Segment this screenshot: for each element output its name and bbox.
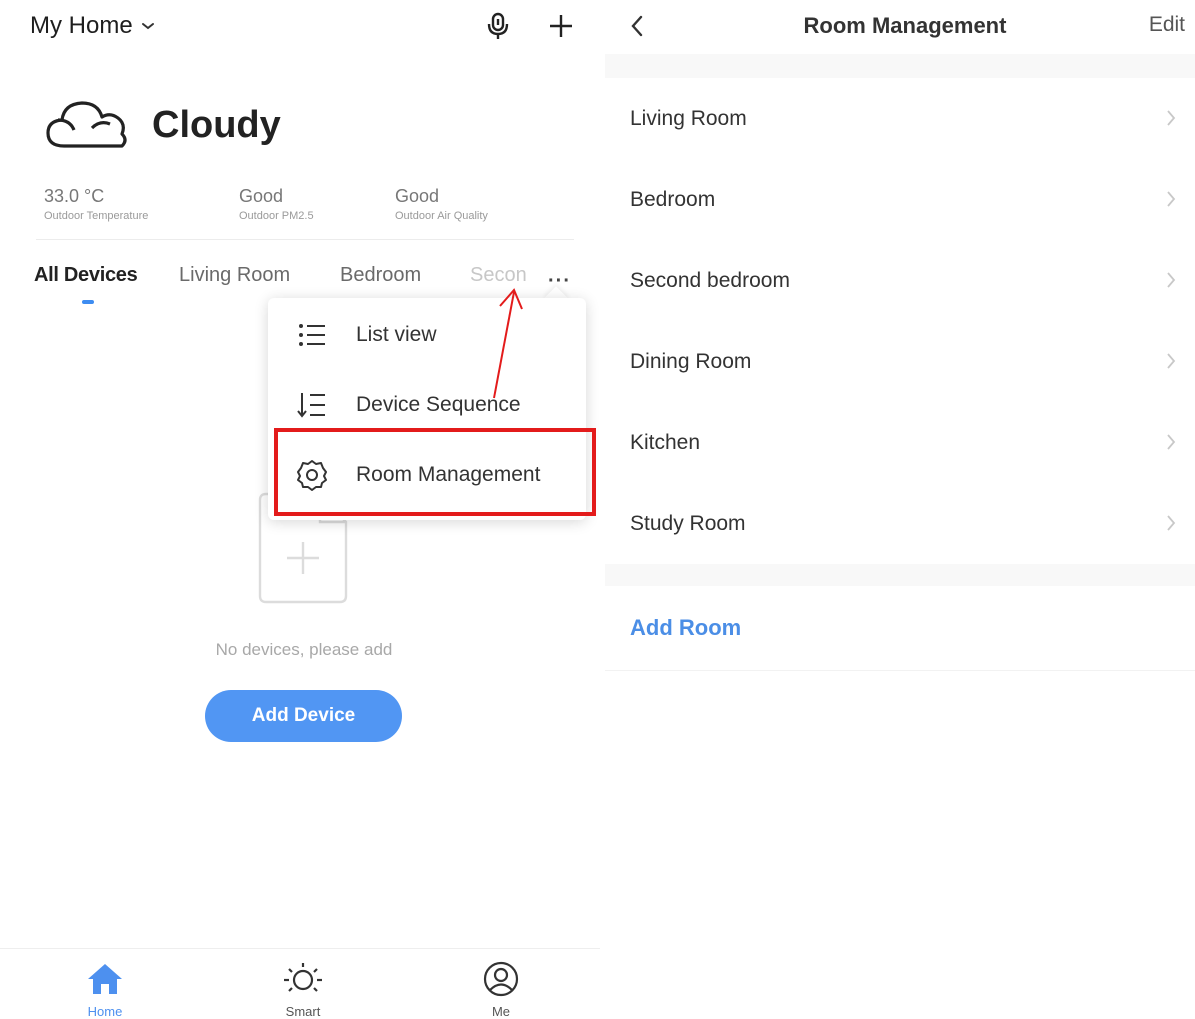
room-row-study-room[interactable]: Study Room <box>605 483 1195 564</box>
stat-pm25: Good Outdoor PM2.5 <box>239 186 314 222</box>
room-row-bedroom[interactable]: Bedroom <box>605 159 1195 240</box>
chevron-right-icon <box>1167 515 1176 531</box>
stat-label: Outdoor Air Quality <box>395 210 488 222</box>
stat-value: 33.0 °C <box>44 186 105 206</box>
stat-value: Good <box>395 186 440 206</box>
room-label: Study Room <box>630 511 746 535</box>
divider <box>0 948 600 949</box>
stat-air-quality: Good Outdoor Air Quality <box>395 186 488 222</box>
chevron-right-icon <box>1167 353 1176 369</box>
menu-item-label: List view <box>356 323 437 346</box>
empty-state-text: No devices, please add <box>215 640 393 659</box>
nav-me[interactable]: Me <box>461 960 541 1019</box>
room-label: Bedroom <box>630 187 716 211</box>
room-management-screen: Room Management Edit Living Room Bedroom… <box>605 0 1195 1019</box>
tab-bedroom[interactable]: Bedroom <box>340 264 421 287</box>
highlight-box <box>274 428 596 516</box>
stat-label: Outdoor PM2.5 <box>239 210 314 222</box>
add-room-button[interactable]: Add Room <box>605 586 1195 670</box>
chevron-down-icon <box>141 23 154 30</box>
weather-title: Cloudy <box>152 103 281 146</box>
tab-living-room[interactable]: Living Room <box>179 264 290 287</box>
room-row-dining-room[interactable]: Dining Room <box>605 321 1195 402</box>
room-label: Living Room <box>630 106 747 130</box>
chevron-right-icon <box>1167 272 1176 288</box>
home-screen: My Home Cloudy 33.0 °C Outdoor Temperatu… <box>0 0 600 1019</box>
room-label: Dining Room <box>630 349 752 373</box>
stat-label: Outdoor Temperature <box>44 210 149 222</box>
chevron-right-icon <box>1167 110 1176 126</box>
room-label: Kitchen <box>630 430 701 454</box>
nav-home[interactable]: Home <box>65 960 145 1019</box>
chevron-right-icon <box>1167 434 1176 450</box>
nav-label: Smart <box>285 1004 321 1019</box>
microphone-icon[interactable] <box>482 10 514 42</box>
menu-item-label: Device Sequence <box>356 393 521 416</box>
active-tab-indicator <box>82 300 94 304</box>
divider <box>605 670 1195 671</box>
edit-button[interactable]: Edit <box>1149 13 1185 37</box>
tab-second-bedroom[interactable]: Secon <box>470 264 530 287</box>
room-row-living-room[interactable]: Living Room <box>605 78 1195 159</box>
divider <box>36 239 574 240</box>
nav-smart[interactable]: Smart <box>263 960 343 1019</box>
plus-icon[interactable] <box>545 10 577 42</box>
stat-temperature: 33.0 °C Outdoor Temperature <box>44 186 148 222</box>
section-gap <box>605 54 1195 78</box>
cloud-icon <box>46 101 127 148</box>
stat-value: Good <box>239 186 284 206</box>
room-row-kitchen[interactable]: Kitchen <box>605 402 1195 483</box>
room-label: Second bedroom <box>630 268 790 292</box>
page-title: Room Management <box>803 13 1007 38</box>
room-row-second-bedroom[interactable]: Second bedroom <box>605 240 1195 321</box>
add-room-label: Add Room <box>630 615 742 640</box>
nav-label: Home <box>87 1004 123 1019</box>
menu-item-list-view[interactable]: List view <box>268 300 586 370</box>
chevron-right-icon <box>1167 191 1176 207</box>
add-device-button[interactable]: Add Device <box>205 690 402 742</box>
home-icon <box>88 964 122 994</box>
home-selector[interactable]: My Home <box>30 12 155 40</box>
list-icon <box>268 322 356 348</box>
nav-label: Me <box>491 1004 511 1019</box>
home-selector-label: My Home <box>30 12 133 39</box>
section-gap <box>605 564 1195 586</box>
tab-all-devices[interactable]: All Devices <box>34 264 138 287</box>
sun-icon <box>284 963 322 992</box>
weather-summary: Cloudy <box>44 96 281 154</box>
room-list: Living Room Bedroom Second bedroom Dinin… <box>605 78 1195 564</box>
sort-icon <box>268 391 356 419</box>
user-icon <box>483 961 519 997</box>
